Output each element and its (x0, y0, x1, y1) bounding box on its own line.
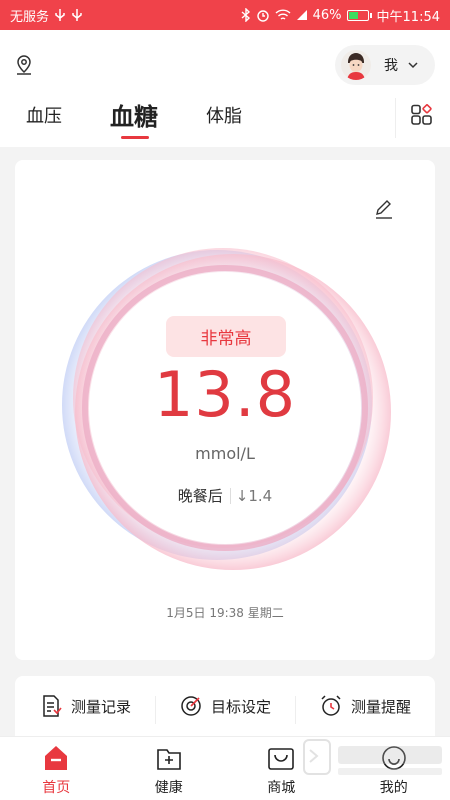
tools-row: 测量记录 目标设定 测量提醒 (15, 676, 435, 736)
document-icon (43, 695, 62, 717)
profile-icon (381, 746, 406, 770)
chevron-down-icon (408, 62, 418, 69)
carrier-label: 无服务 (10, 9, 50, 25)
meal-row: 晚餐后 ↓1.4 (125, 485, 325, 506)
nav-label: 健康 (154, 780, 183, 796)
header: 我 血压 血糖 体脂 (0, 30, 450, 147)
battery-percent: 46% (312, 7, 342, 23)
active-tab-indicator (121, 136, 149, 139)
clock: 中午11:54 (376, 9, 440, 25)
home-icon (45, 746, 68, 770)
nav-label: 我的 (379, 780, 408, 796)
avatar (341, 50, 371, 80)
tab-divider (395, 98, 396, 138)
health-icon (156, 749, 181, 770)
bottom-nav: 首页 健康 商城 我的 (0, 736, 450, 800)
meal-label: 晚餐后 (177, 487, 223, 505)
alarm-icon (256, 10, 269, 22)
metric-tabs: 血压 血糖 体脂 (0, 96, 450, 144)
battery-icon (346, 9, 372, 21)
usb-icon (72, 9, 82, 21)
nav-profile[interactable]: 我的 (338, 737, 450, 800)
bluetooth-icon (241, 8, 250, 22)
tab-body-fat[interactable]: 体脂 (206, 102, 242, 128)
user-name-label: 我 (384, 58, 398, 74)
nav-label: 商城 (267, 780, 296, 796)
goal-setting-button[interactable]: 目标设定 (155, 676, 295, 736)
nav-shop[interactable]: 商城 (225, 737, 338, 800)
nav-home[interactable]: 首页 (0, 737, 113, 800)
tab-blood-glucose[interactable]: 血糖 (110, 97, 158, 132)
target-icon (181, 696, 201, 716)
signal-icon (296, 10, 307, 20)
edit-icon[interactable] (373, 198, 395, 220)
glucose-value: 13.8 (153, 358, 297, 431)
glucose-unit: mmol/L (195, 444, 255, 463)
reading-card: 非常高 13.8 mmol/L 晚餐后 ↓1.4 1月5日 19:38 星期二 (15, 160, 435, 660)
delta-value: ↓1.4 (235, 486, 273, 505)
measure-reminder-button[interactable]: 测量提醒 (295, 676, 435, 736)
status-bar: 无服务 46% 中午11:54 (0, 0, 450, 30)
usb-icon (55, 9, 65, 21)
measure-records-button[interactable]: 测量记录 (15, 676, 155, 736)
user-switch-button[interactable]: 我 (335, 45, 435, 85)
grid-menu-icon[interactable] (410, 104, 434, 128)
status-badge: 非常高 (166, 316, 286, 357)
location-pin-icon[interactable] (14, 54, 34, 76)
tab-blood-pressure[interactable]: 血压 (26, 102, 62, 128)
nav-health[interactable]: 健康 (113, 737, 226, 800)
tool-label: 测量提醒 (350, 697, 411, 716)
nav-label: 首页 (42, 780, 71, 796)
tool-label: 测量记录 (70, 697, 131, 716)
shop-icon (268, 748, 295, 770)
meal-divider (229, 487, 231, 504)
tool-label: 目标设定 (210, 697, 271, 716)
alarm-icon (321, 695, 341, 716)
reading-timestamp: 1月5日 19:38 星期二 (166, 606, 284, 620)
wifi-icon (275, 8, 291, 20)
